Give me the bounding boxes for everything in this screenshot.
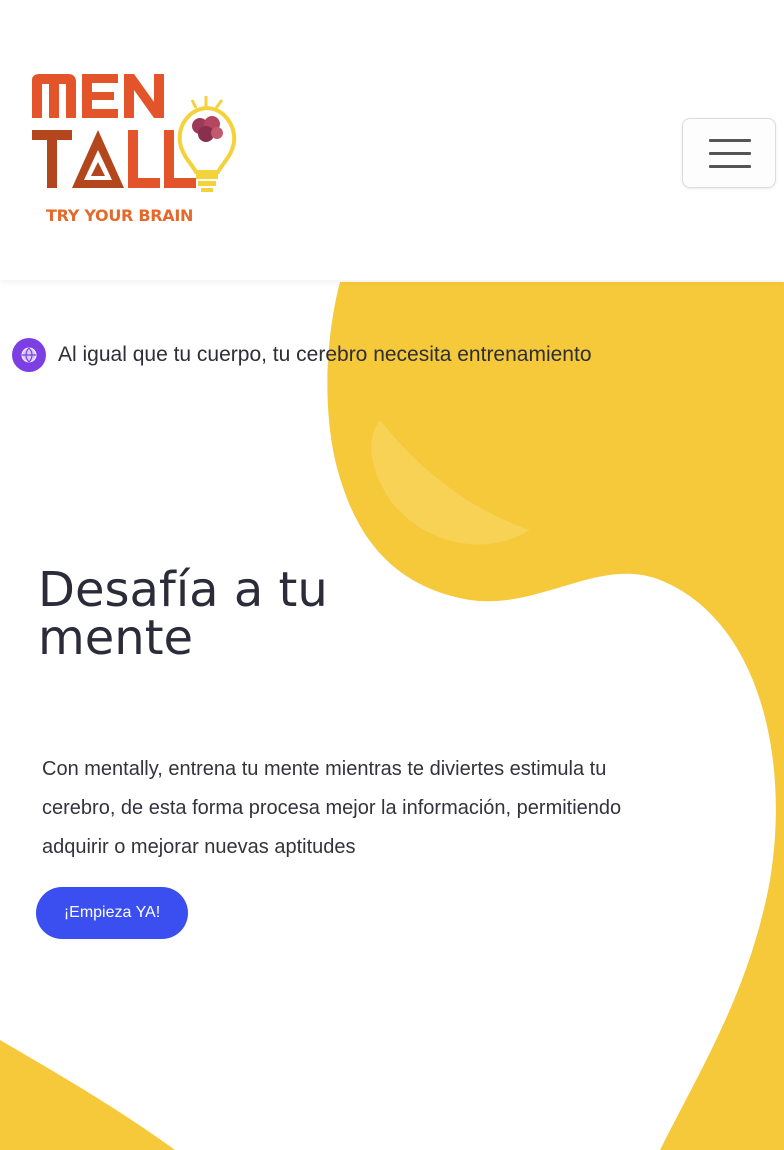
start-now-button[interactable]: ¡Empieza YA! [36,887,188,939]
yellow-blob-bottom-left [0,1040,175,1150]
navbar: TRY YOUR BRAIN [0,0,784,280]
yellow-blob-right [327,282,784,1150]
menu-toggle-button[interactable] [682,118,776,188]
announcement: Al igual que tu cuerpo, tu cerebro neces… [12,338,592,372]
hero-title: Desafía a tu mente [38,562,328,666]
hero-description: Con mentally, entrena tu mente mientras … [42,758,622,858]
logo-tagline: TRY YOUR BRAIN [46,206,194,225]
hamburger-icon [709,139,751,142]
globe-icon [12,338,46,372]
announcement-text: Al igual que tu cuerpo, tu cerebro neces… [58,343,592,366]
logo-mark [32,74,237,192]
